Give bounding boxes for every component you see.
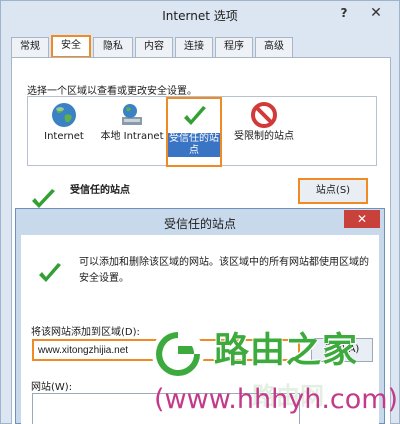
outer-close-icon[interactable]: ✕ [359, 3, 393, 23]
zone-label: 本地 Intranet [100, 131, 164, 142]
tab-privacy[interactable]: 隐私 [93, 37, 133, 57]
no-entry-icon [251, 102, 277, 128]
intranet-icon [122, 104, 142, 125]
outer-titlebar: Internet 选项 ? ✕ [1, 1, 399, 29]
inner-titlebar: 受信任的站点 ✕ [16, 209, 384, 235]
inner-close-icon[interactable]: ✕ [344, 210, 380, 228]
zone-instruction: 选择一个区域以查看或更改安全设置。 [27, 86, 197, 97]
green-check-icon [39, 263, 61, 282]
globe-icon [52, 103, 76, 127]
tab-connections[interactable]: 连接 [175, 37, 213, 57]
tab-content[interactable]: 内容 [135, 37, 173, 57]
zone-label: 受信任的站点 [168, 133, 220, 157]
inner-window-title: 受信任的站点 [163, 217, 236, 231]
watermark-url-text: (www.hhhyh.com) [154, 384, 399, 415]
add-site-label: 将该网站添加到区域(D): [31, 327, 140, 338]
zone-trusted-sites[interactable]: 受信任的站点 [166, 97, 222, 167]
tab-advanced[interactable]: 高级 [255, 37, 293, 57]
zone-label: 受限制的站点 [234, 131, 294, 142]
tab-security[interactable]: 安全 [51, 35, 91, 58]
green-check-icon [184, 106, 206, 125]
router-home-logo-icon [152, 328, 204, 380]
watermark-brand-text: 路由之家 [214, 331, 359, 371]
tab-programs[interactable]: 程序 [215, 37, 253, 57]
websites-label: 网站(W): [31, 382, 73, 393]
zone-label: Internet [44, 131, 84, 142]
zone-restricted-sites[interactable]: 受限制的站点 [232, 97, 296, 167]
tab-general[interactable]: 常规 [11, 37, 49, 57]
zone-list: Internet 本地 Intranet 受信任的站点 受限制的站点 [27, 96, 377, 167]
tab-strip: 常规 安全 隐私 内容 连接 程序 高级 [11, 35, 391, 58]
zone-internet[interactable]: Internet [32, 97, 96, 167]
zone-local-intranet[interactable]: 本地 Intranet [100, 97, 164, 167]
dialog-description: 可以添加和删除该区域的网站。该区域中的所有网站都使用区域的安全设置。 [79, 257, 369, 284]
zone-heading: 受信任的站点 [70, 185, 130, 196]
sites-button[interactable]: 站点(S) [298, 178, 368, 204]
help-icon[interactable]: ? [337, 6, 351, 22]
